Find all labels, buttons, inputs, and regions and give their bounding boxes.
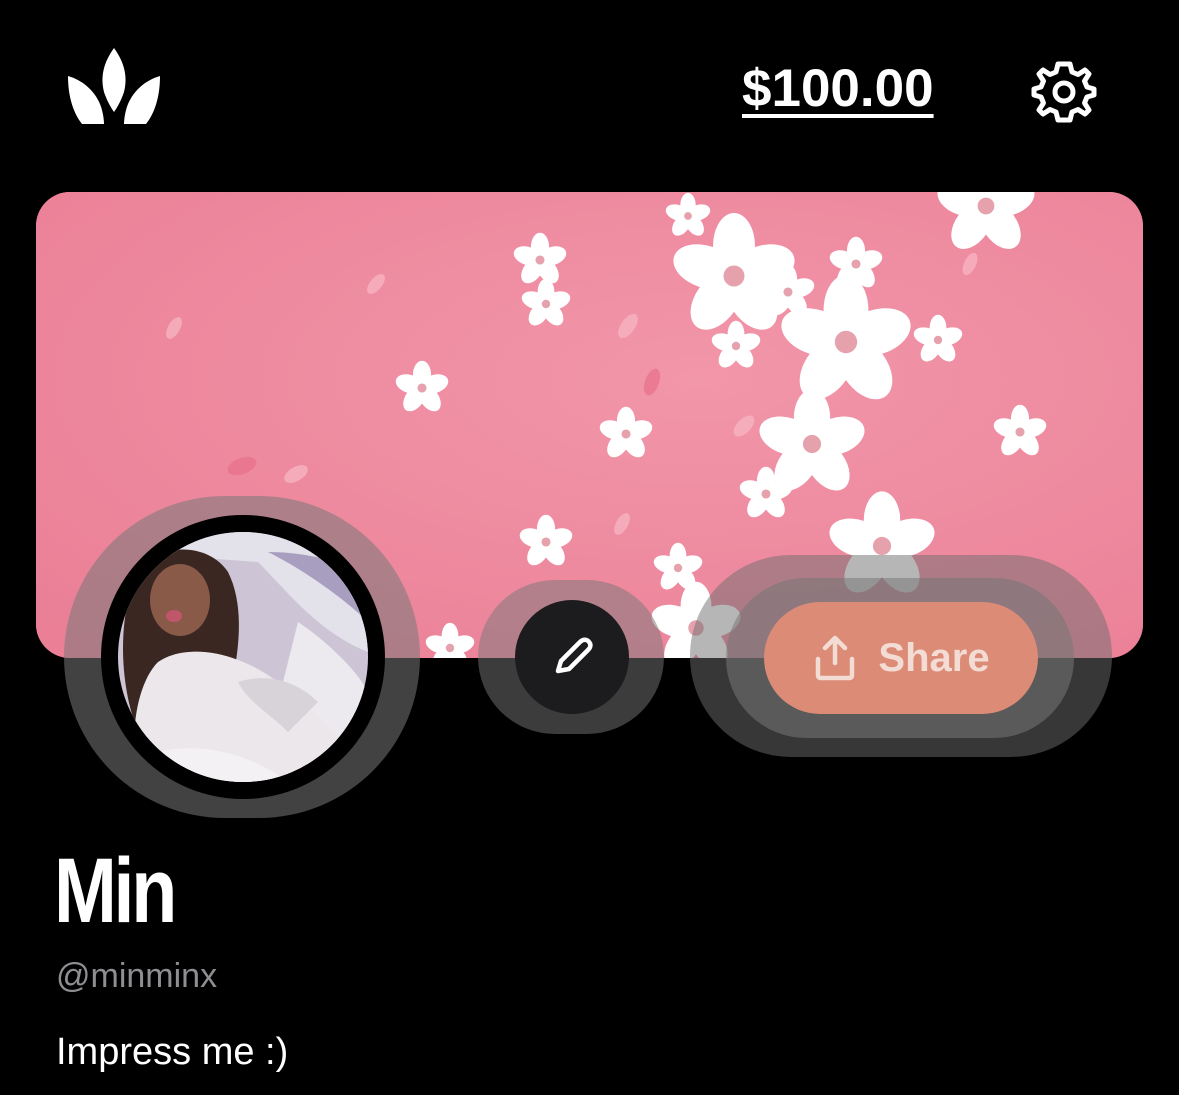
edit-profile-button[interactable] — [515, 600, 629, 714]
profile-bio: Impress me :) — [56, 1031, 289, 1073]
avatar[interactable] — [118, 532, 368, 782]
share-button[interactable]: Share — [764, 602, 1038, 714]
display-name: Min — [54, 840, 177, 942]
crown-logo-icon[interactable] — [64, 46, 164, 128]
share-upload-icon — [816, 635, 855, 681]
pencil-icon — [555, 637, 593, 674]
share-label: Share — [878, 635, 990, 680]
username-handle: @minminx — [56, 957, 218, 995]
wallet-balance-link[interactable]: $100.00 — [742, 58, 934, 120]
gear-icon[interactable] — [1030, 58, 1098, 126]
